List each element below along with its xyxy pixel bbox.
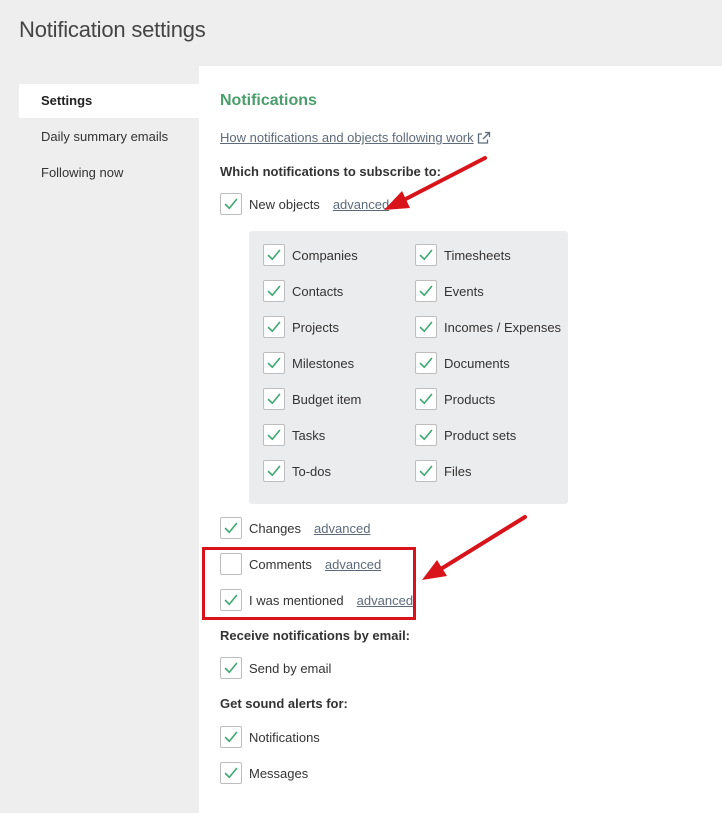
external-link-icon [477,131,490,144]
check-icon [267,393,281,405]
object-type-label: To-dos [292,463,332,479]
object-type-label: Companies [292,247,358,263]
help-link[interactable]: How notifications and objects following … [220,130,491,145]
object-type-label: Events [444,283,484,299]
object-type-checkbox[interactable] [263,460,285,482]
object-type-checkbox[interactable] [263,424,285,446]
send-by-email-label: Send by email [249,660,332,676]
option-sound-notifications: Notifications [220,726,320,748]
object-type-option: Product sets [415,424,516,446]
send-by-email-checkbox[interactable] [220,657,242,679]
object-type-option: Events [415,280,484,302]
object-type-label: Tasks [292,427,326,443]
object-type-checkbox[interactable] [415,316,437,338]
main-panel: Notifications How notifications and obje… [199,66,722,813]
object-type-label: Timesheets [444,247,511,263]
sound-label: Get sound alerts for: [220,696,348,711]
sound-notifications-label: Notifications [249,729,320,745]
check-icon [419,429,433,441]
object-type-checkbox[interactable] [415,352,437,374]
object-type-option: Tasks [263,424,325,446]
object-type-checkbox[interactable] [263,352,285,374]
check-icon [419,321,433,333]
check-icon [267,321,281,333]
check-icon [267,429,281,441]
object-types-panel: Companies Contacts Projects Milestones Budge… [249,231,568,504]
check-icon [267,465,281,477]
object-type-label: Product sets [444,427,517,443]
changes-advanced-link[interactable]: advanced [314,521,370,536]
new-objects-advanced-link[interactable]: advanced [333,197,389,212]
check-icon [419,249,433,261]
changes-checkbox[interactable] [220,517,242,539]
page-title: Notification settings [19,17,206,42]
check-icon [267,249,281,261]
object-type-checkbox[interactable] [263,280,285,302]
check-icon [224,522,238,534]
option-changes: Changes advanced [220,517,370,539]
object-type-checkbox[interactable] [263,244,285,266]
sidebar-item-settings[interactable]: Settings [19,84,199,118]
object-type-checkbox[interactable] [415,388,437,410]
sound-messages-label: Messages [249,765,309,781]
object-type-label: Files [444,463,472,479]
subscribe-label: Which notifications to subscribe to: [220,164,441,179]
check-icon [224,662,238,674]
sound-notifications-checkbox[interactable] [220,726,242,748]
object-type-checkbox[interactable] [263,316,285,338]
object-type-label: Documents [444,355,510,371]
object-type-option: Projects [263,316,339,338]
object-type-label: Projects [292,319,339,335]
object-type-label: Incomes / Expenses [444,319,562,335]
changes-label: Changes [249,520,302,536]
sound-messages-checkbox[interactable] [220,762,242,784]
option-new-objects: New objects advanced [220,193,389,215]
check-icon [224,731,238,743]
object-type-label: Products [444,391,496,407]
check-icon [419,465,433,477]
check-icon [267,357,281,369]
object-type-option: Incomes / Expenses [415,316,561,338]
check-icon [224,198,238,210]
object-type-checkbox[interactable] [415,424,437,446]
annotation-highlight-box [202,547,416,620]
email-label: Receive notifications by email: [220,628,411,643]
object-type-option: Products [415,388,495,410]
object-type-option: Files [415,460,471,482]
object-type-checkbox[interactable] [415,244,437,266]
object-type-checkbox[interactable] [415,460,437,482]
check-icon [419,357,433,369]
help-link-label: How notifications and objects following … [220,130,474,145]
option-sound-messages: Messages [220,762,308,784]
check-icon [224,767,238,779]
sidebar-item-daily-summary-emails[interactable]: Daily summary emails [19,120,199,154]
object-type-checkbox[interactable] [415,280,437,302]
object-type-option: Milestones [263,352,354,374]
object-type-checkbox[interactable] [263,388,285,410]
object-type-label: Milestones [292,355,355,371]
object-type-option: Timesheets [415,244,511,266]
new-objects-checkbox[interactable] [220,193,242,215]
new-objects-label: New objects [249,196,320,212]
object-type-option: Documents [415,352,510,374]
object-type-label: Budget item [292,391,362,407]
check-icon [419,393,433,405]
sidebar-item-following-now[interactable]: Following now [19,156,199,190]
check-icon [267,285,281,297]
object-type-option: Contacts [263,280,343,302]
object-type-option: Budget item [263,388,361,410]
check-icon [419,285,433,297]
object-type-option: To-dos [263,460,331,482]
option-send-by-email: Send by email [220,657,331,679]
object-type-label: Contacts [292,283,344,299]
object-type-option: Companies [263,244,358,266]
section-title: Notifications [220,92,317,109]
